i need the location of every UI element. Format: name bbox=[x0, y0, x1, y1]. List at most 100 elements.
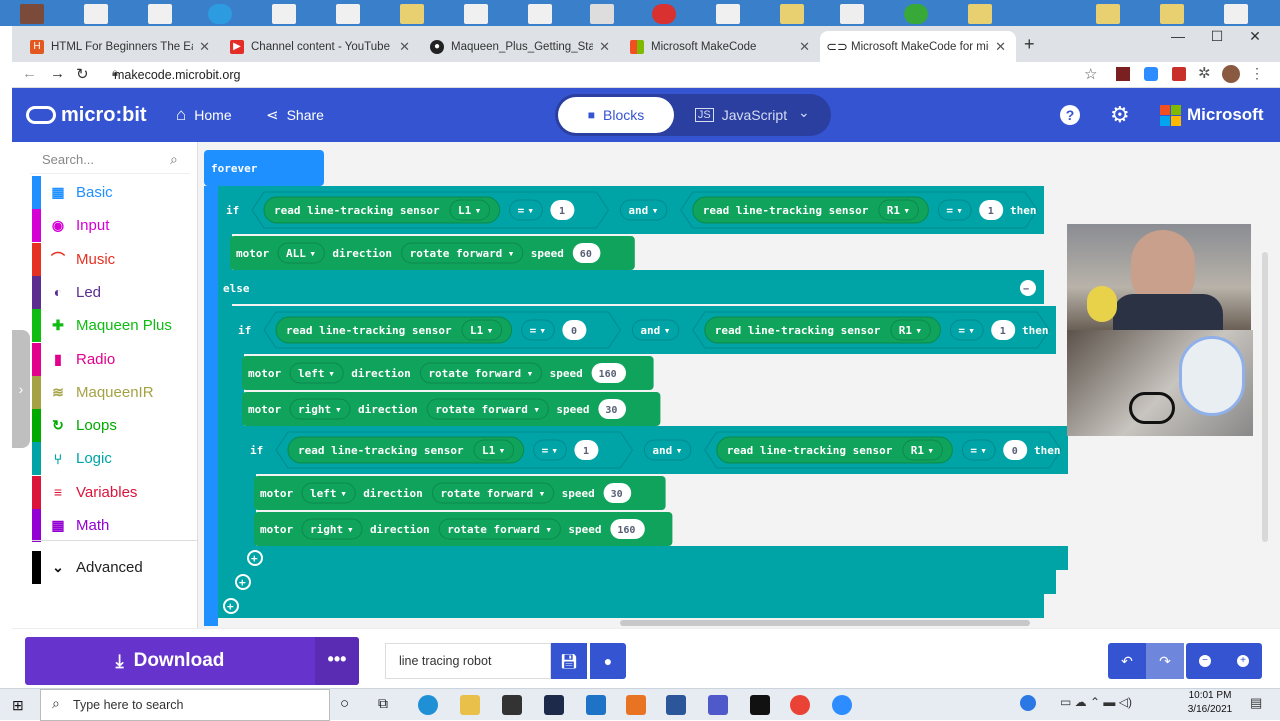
chrome-icon[interactable] bbox=[790, 695, 810, 715]
close-tab-icon[interactable]: ✕ bbox=[199, 39, 210, 55]
middle-if-compare-right-op[interactable] bbox=[949, 319, 984, 341]
desktop-icon[interactable] bbox=[716, 4, 740, 24]
search-icon[interactable]: ⌕ bbox=[170, 151, 178, 168]
horizontal-scrollbar[interactable] bbox=[620, 620, 1030, 626]
forward-icon[interactable]: → bbox=[50, 65, 65, 82]
desktop-icon[interactable] bbox=[590, 4, 614, 24]
share-button[interactable]: ⋖ Share bbox=[266, 88, 324, 142]
extension-icon[interactable] bbox=[1116, 67, 1130, 81]
javascript-tab[interactable]: JS JavaScript bbox=[681, 97, 801, 133]
tray-icons[interactable]: ▭ ☁ ⌃ ▬ ◁) bbox=[1060, 695, 1132, 709]
home-button[interactable]: ⌂ Home bbox=[176, 88, 232, 142]
outer-if-compare-right-op[interactable] bbox=[937, 199, 972, 221]
category-music[interactable]: ⌒ Music bbox=[32, 242, 197, 276]
category-led[interactable]: ◐ Led bbox=[32, 275, 197, 309]
help-tray-icon[interactable] bbox=[1020, 695, 1036, 711]
cortana-icon[interactable]: ○ bbox=[340, 695, 349, 712]
outer-if-compare-left-op[interactable] bbox=[509, 199, 543, 221]
desktop-icon[interactable] bbox=[336, 4, 360, 24]
gear-icon[interactable]: ⚙ bbox=[1110, 88, 1130, 142]
file-explorer-icon[interactable] bbox=[460, 695, 480, 715]
avatar[interactable] bbox=[1222, 65, 1240, 83]
browser-tab-active[interactable]: ⊂⊃ Microsoft MakeCode for micro:bi ✕ bbox=[820, 31, 1016, 62]
toolbox-search-input[interactable]: Search... bbox=[30, 146, 190, 174]
microbit-logo[interactable]: micro:bit bbox=[26, 88, 147, 142]
taskbar-search-input[interactable]: Type here to search bbox=[40, 689, 330, 721]
zoom-in-button[interactable]: + bbox=[1224, 643, 1262, 679]
redo-button[interactable]: ↷ bbox=[1146, 643, 1184, 679]
download-button[interactable]: ⤓ Download bbox=[25, 637, 315, 685]
zoom-icon[interactable] bbox=[832, 695, 852, 715]
bookmark-star-icon[interactable]: ☆ bbox=[1084, 65, 1097, 83]
puzzle-icon[interactable]: ✲ bbox=[1198, 64, 1211, 82]
category-advanced[interactable]: ⌄ Advanced bbox=[32, 551, 197, 584]
close-window-icon[interactable]: ✕ bbox=[1236, 26, 1274, 46]
vertical-scrollbar[interactable] bbox=[1262, 252, 1268, 542]
mail-icon[interactable] bbox=[586, 695, 606, 715]
category-loops[interactable]: ↻ Loops bbox=[32, 409, 197, 443]
word-icon[interactable] bbox=[666, 695, 686, 715]
category-radio[interactable]: ▮ Radio bbox=[32, 342, 197, 376]
flyout-toggle-button[interactable]: › bbox=[12, 330, 30, 448]
desktop-icon[interactable] bbox=[20, 4, 44, 24]
inner-if-compare-left-op[interactable] bbox=[533, 439, 567, 461]
folder-icon[interactable] bbox=[400, 4, 424, 24]
help-icon[interactable]: ? bbox=[1060, 88, 1080, 142]
desktop-icon[interactable] bbox=[464, 4, 488, 24]
extension-icon[interactable] bbox=[1172, 67, 1186, 81]
desktop-icon[interactable] bbox=[84, 4, 108, 24]
back-icon[interactable]: ← bbox=[22, 65, 37, 82]
desktop-icon[interactable] bbox=[148, 4, 172, 24]
inner-if-compare-right-op[interactable] bbox=[961, 439, 996, 461]
task-view-icon[interactable]: ⧉ bbox=[378, 695, 388, 712]
download-more-button[interactable]: ••• bbox=[315, 637, 359, 685]
folder-icon[interactable] bbox=[968, 4, 992, 24]
browser-tab[interactable]: Microsoft MakeCode ✕ bbox=[620, 31, 820, 62]
desktop-icon[interactable] bbox=[1224, 4, 1248, 24]
desktop-icon[interactable] bbox=[652, 4, 676, 24]
close-tab-icon[interactable]: ✕ bbox=[995, 39, 1006, 55]
project-name-input[interactable]: line tracing robot bbox=[385, 643, 551, 679]
desktop-icon[interactable] bbox=[904, 4, 928, 24]
clock-date[interactable]: 3/16/2021 bbox=[1184, 704, 1236, 715]
reload-icon[interactable]: ↻ bbox=[76, 65, 89, 83]
maximize-icon[interactable]: ☐ bbox=[1198, 26, 1236, 46]
middle-if-compare-left-op[interactable] bbox=[521, 319, 555, 341]
category-maqueen-plus[interactable]: ✚ Maqueen Plus bbox=[32, 309, 197, 343]
url-input[interactable]: makecode.microbit.org bbox=[100, 64, 1110, 86]
undo-button[interactable]: ↶ bbox=[1108, 643, 1146, 679]
menu-dots-icon[interactable]: ⋮ bbox=[1250, 65, 1264, 82]
category-variables[interactable]: ≡ Variables bbox=[32, 475, 197, 509]
store-icon[interactable] bbox=[502, 695, 522, 715]
app-icon[interactable] bbox=[544, 695, 564, 715]
category-input[interactable]: ◉ Input bbox=[32, 209, 197, 243]
category-maqueenir[interactable]: ≋ MaqueenIR bbox=[32, 375, 197, 409]
close-tab-icon[interactable]: ✕ bbox=[799, 39, 810, 55]
github-button[interactable]: ● bbox=[590, 643, 626, 679]
category-logic[interactable]: ⑂ Logic bbox=[32, 442, 197, 476]
teams-icon[interactable] bbox=[708, 695, 728, 715]
zoom-extension-icon[interactable] bbox=[1144, 67, 1158, 81]
new-tab-button[interactable]: + bbox=[1024, 34, 1035, 55]
desktop-icon[interactable] bbox=[208, 4, 232, 24]
browser-tab[interactable]: ▶ Channel content - YouTube Studi ✕ bbox=[220, 31, 420, 62]
browser-tab[interactable]: H HTML For Beginners The Easy W ✕ bbox=[20, 31, 220, 62]
zoom-out-button[interactable]: − bbox=[1186, 643, 1224, 679]
blocks-tab[interactable]: ■ Blocks bbox=[558, 97, 674, 133]
windows-start-icon[interactable]: ⊞ bbox=[12, 697, 24, 714]
notifications-icon[interactable]: ▤ bbox=[1250, 695, 1262, 711]
desktop-icon[interactable] bbox=[272, 4, 296, 24]
category-basic[interactable]: ▦ Basic bbox=[32, 176, 197, 209]
browser-tab[interactable]: ● Maqueen_Plus_Getting_Started_T ✕ bbox=[420, 31, 620, 62]
folder-icon[interactable] bbox=[1160, 4, 1184, 24]
app-icon[interactable] bbox=[750, 695, 770, 715]
microsoft-logo[interactable]: Microsoft bbox=[1160, 88, 1264, 142]
folder-icon[interactable] bbox=[780, 4, 804, 24]
close-tab-icon[interactable]: ✕ bbox=[599, 39, 610, 55]
clock-time[interactable]: 10:01 PM bbox=[1184, 690, 1236, 701]
close-tab-icon[interactable]: ✕ bbox=[399, 39, 410, 55]
folder-icon[interactable] bbox=[1096, 4, 1120, 24]
category-math[interactable]: ▦ Math bbox=[32, 509, 197, 542]
app-icon[interactable] bbox=[626, 695, 646, 715]
edge-icon[interactable] bbox=[418, 695, 438, 715]
